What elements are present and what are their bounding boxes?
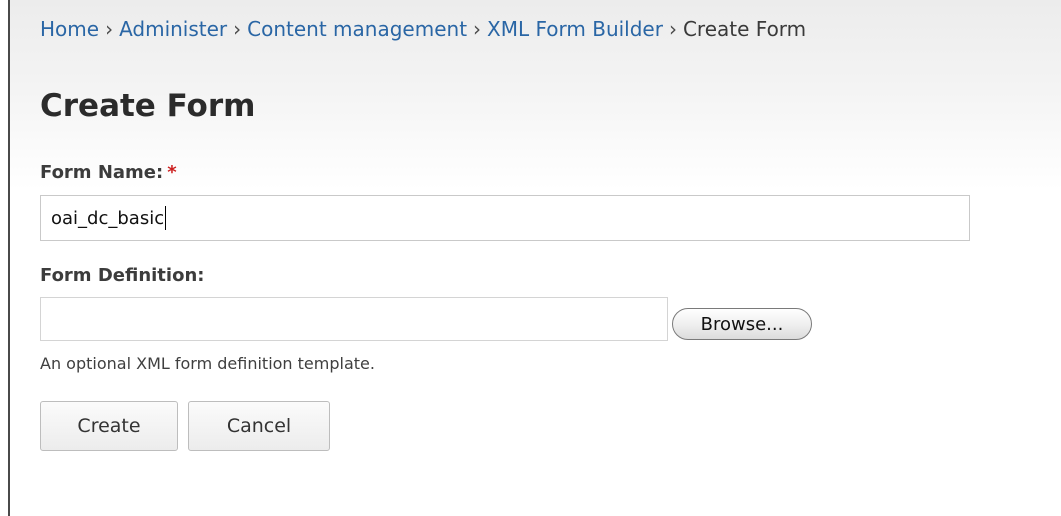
form-name-label: Form Name: * [40, 162, 177, 183]
breadcrumb: Home › Administer › Content management › XML F… [40, 17, 806, 41]
form-name-input[interactable]: oai_dc_basic [40, 195, 970, 241]
create-button[interactable]: Create [40, 401, 178, 451]
breadcrumb-link-home[interactable]: Home [40, 17, 99, 41]
breadcrumb-link-content-management[interactable]: Content management [247, 17, 467, 41]
required-marker: * [167, 162, 177, 183]
breadcrumb-link-administer[interactable]: Administer [119, 17, 227, 41]
breadcrumb-current: Create Form [682, 17, 807, 41]
breadcrumb-separator: › [233, 17, 242, 41]
text-caret [165, 206, 167, 230]
content-region: Home › Administer › Content management › XML F… [8, 0, 1061, 516]
form-definition-label: Form Definition: [40, 265, 205, 286]
breadcrumb-separator: › [668, 17, 677, 41]
breadcrumb-link-xml-form-builder[interactable]: XML Form Builder [487, 17, 663, 41]
breadcrumb-separator: › [105, 17, 114, 41]
form-definition-file-field[interactable] [40, 297, 668, 341]
breadcrumb-separator: › [473, 17, 482, 41]
form-name-value: oai_dc_basic [51, 207, 165, 229]
page-title: Create Form [40, 88, 256, 124]
cancel-button[interactable]: Cancel [188, 401, 330, 451]
form-definition-help-text: An optional XML form definition template… [40, 354, 375, 373]
browse-button[interactable]: Browse... [672, 308, 812, 340]
form-name-label-text: Form Name: [40, 162, 164, 183]
